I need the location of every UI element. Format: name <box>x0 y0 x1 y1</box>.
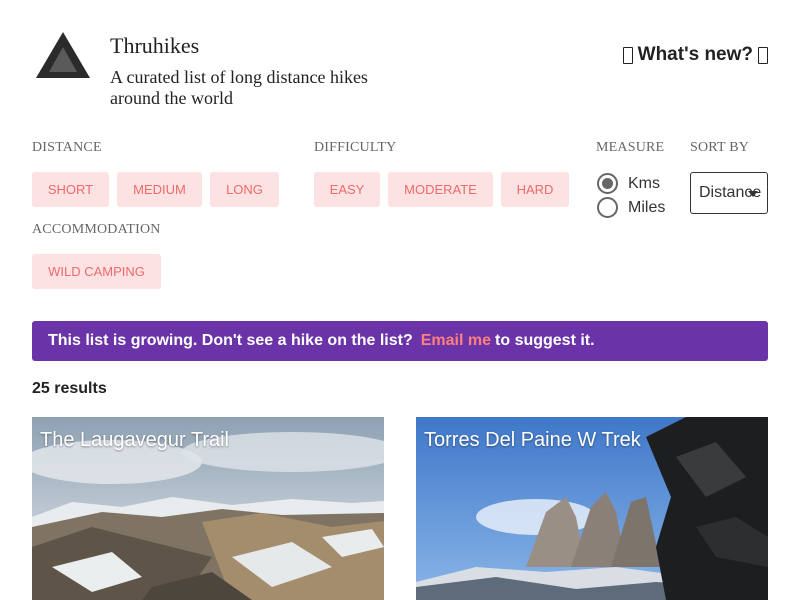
radio-selected-icon[interactable] <box>597 173 618 194</box>
distance-filter-label: DISTANCE <box>32 140 102 155</box>
whats-new-label: What's new? <box>637 44 753 65</box>
measure-option-kms: Kms <box>628 174 660 192</box>
hike-card-title: Torres Del Paine W Trek <box>424 429 641 451</box>
difficulty-chip-moderate[interactable]: MODERATE <box>388 172 493 207</box>
hike-card-laugavegur[interactable]: The Laugavegur Trail <box>32 417 384 600</box>
gift-icon <box>758 46 768 64</box>
accommodation-chip-wild-camping[interactable]: WILD CAMPING <box>32 254 161 289</box>
distance-chip-medium[interactable]: MEDIUM <box>117 172 202 207</box>
results-count: 25 results <box>32 380 107 397</box>
site-tagline: A curated list of long distance hikes ar… <box>110 67 368 108</box>
distance-chip-long[interactable]: LONG <box>210 172 279 207</box>
chevron-down-icon <box>748 191 758 197</box>
measure-option-miles: Miles <box>628 198 666 216</box>
difficulty-chip-easy[interactable]: EASY <box>314 172 380 207</box>
hike-card-title: The Laugavegur Trail <box>40 429 230 451</box>
measure-radio-miles[interactable]: Miles <box>597 197 665 218</box>
hike-card-torres-del-paine[interactable]: Torres Del Paine W Trek <box>416 417 768 600</box>
whats-new-button[interactable]: What's new? <box>622 44 768 66</box>
sort-by-label: SORT BY <box>690 140 750 155</box>
sort-select[interactable]: Distance <box>690 172 768 214</box>
suggest-banner: This list is growing. Don't see a hike o… <box>32 321 768 361</box>
distance-chip-short[interactable]: SHORT <box>32 172 109 207</box>
measure-label: MEASURE <box>596 140 665 155</box>
difficulty-filter-label: DIFFICULTY <box>314 140 397 155</box>
gift-icon <box>622 46 633 64</box>
measure-radio-kms[interactable]: Kms <box>597 173 660 194</box>
email-me-link[interactable]: Email me <box>421 332 491 350</box>
difficulty-chip-hard[interactable]: HARD <box>501 172 569 207</box>
banner-suffix: to suggest it. <box>495 332 595 349</box>
banner-text: This list is growing. Don't see a hike o… <box>48 332 413 349</box>
site-title[interactable]: Thruhikes <box>110 33 199 59</box>
mountain-icon <box>36 32 90 78</box>
radio-unselected-icon[interactable] <box>597 197 618 218</box>
accommodation-filter-label: ACCOMMODATION <box>32 222 161 237</box>
